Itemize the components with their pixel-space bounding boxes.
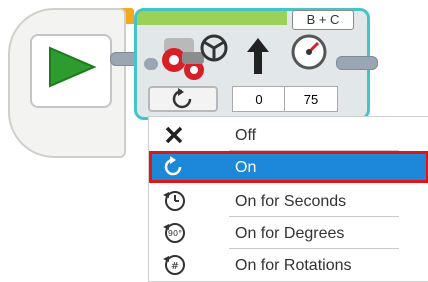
menu-item-label: On for Rotations	[235, 257, 352, 274]
on-icon	[164, 156, 182, 176]
sequence-wire-connector	[144, 58, 158, 70]
menu-item-off[interactable]: Off	[149, 119, 428, 151]
speedometer-icon	[291, 34, 327, 70]
svg-text:#: #	[171, 261, 179, 272]
direction-arrow-icon	[247, 38, 269, 74]
menu-item-label: On	[235, 159, 257, 176]
menu-item-label: Off	[235, 127, 257, 144]
mode-dropdown-menu: Off On On for Seconds 90° On for Degrees	[148, 116, 428, 282]
menu-item-on-for-degrees[interactable]: 90° On for Degrees	[149, 217, 428, 249]
rotations-icon: #	[163, 255, 185, 275]
degrees-icon: 90°	[163, 223, 185, 243]
seconds-icon	[163, 191, 185, 211]
menu-item-on-for-rotations[interactable]: # On for Rotations	[149, 249, 428, 281]
menu-item-label: On for Seconds	[235, 193, 347, 210]
menu-item-on-for-seconds[interactable]: On for Seconds	[149, 185, 428, 217]
play-icon[interactable]	[44, 44, 100, 90]
steering-value[interactable]: 0	[232, 86, 286, 112]
port-selector[interactable]: B + C	[292, 10, 354, 30]
menu-item-on[interactable]: On	[149, 151, 428, 183]
sequence-wire-out	[336, 56, 378, 70]
steering-motor-icon	[162, 34, 228, 80]
svg-text:90°: 90°	[168, 229, 182, 238]
menu-item-label: On for Degrees	[235, 225, 345, 242]
power-value[interactable]: 75	[284, 86, 338, 112]
on-mode-icon	[172, 88, 192, 109]
mode-selector-button[interactable]	[148, 86, 218, 112]
x-icon	[165, 126, 183, 144]
motor-block-header	[137, 11, 287, 25]
